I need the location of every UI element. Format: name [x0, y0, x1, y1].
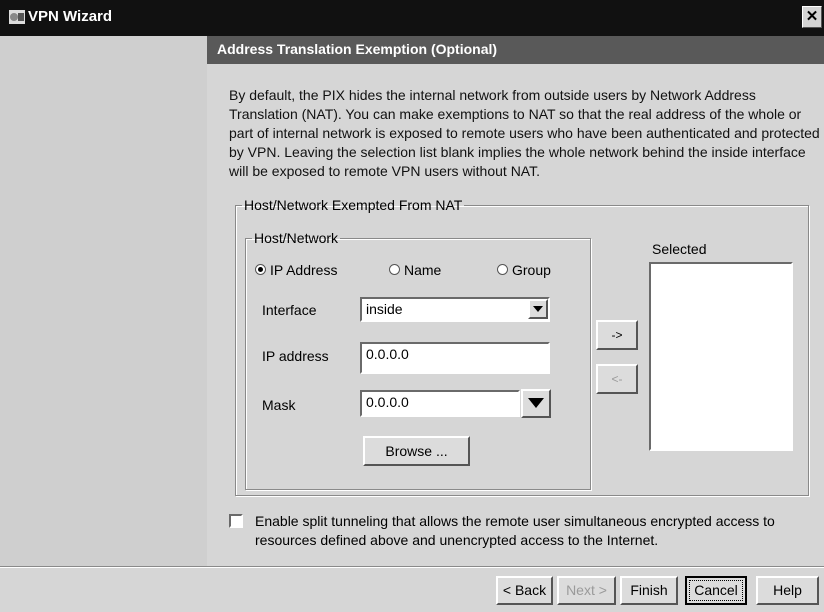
mask-label: Mask: [262, 397, 296, 413]
help-button[interactable]: Help: [756, 576, 819, 605]
back-button[interactable]: < Back: [496, 576, 553, 605]
radio-group-label: Group: [512, 262, 551, 278]
cancel-button[interactable]: Cancel: [685, 576, 747, 605]
selected-label: Selected: [652, 241, 707, 257]
footer-separator: [0, 566, 824, 568]
chevron-down-icon: [533, 306, 543, 312]
ip-address-input[interactable]: 0.0.0.0: [360, 342, 550, 374]
add-button[interactable]: ->: [596, 320, 638, 350]
split-tunnel-checkbox[interactable]: [229, 514, 243, 528]
remove-button[interactable]: <-: [596, 364, 638, 394]
radio-group-indicator[interactable]: [497, 264, 508, 275]
split-tunnel-label: Enable split tunneling that allows the r…: [255, 513, 775, 548]
window-title: VPN Wizard: [28, 8, 113, 25]
host-network-legend: Host/Network: [254, 230, 339, 246]
exempt-group-legend: Host/Network Exempted From NAT: [244, 197, 463, 213]
vpn-wizard-icon: [9, 10, 25, 24]
next-button[interactable]: Next >: [557, 576, 616, 605]
chevron-down-icon: [528, 398, 544, 408]
interface-label: Interface: [262, 302, 317, 318]
interface-select[interactable]: inside: [360, 297, 550, 322]
wizard-image-panel: [0, 36, 207, 566]
radio-name-label: Name: [404, 262, 442, 278]
selected-list[interactable]: [649, 262, 793, 451]
radio-name[interactable]: Name: [389, 262, 459, 278]
ip-address-label: IP address: [262, 348, 329, 364]
radio-ip-address-label: IP Address: [270, 262, 338, 278]
page-header: Address Translation Exemption (Optional): [207, 36, 824, 64]
radio-name-indicator[interactable]: [389, 264, 400, 275]
mask-dropdown-button[interactable]: [521, 389, 551, 418]
interface-dropdown-button[interactable]: [528, 299, 548, 319]
close-button[interactable]: ✕: [802, 6, 822, 28]
description-text: By default, the PIX hides the internal n…: [229, 87, 820, 179]
radio-ip-address-indicator[interactable]: [255, 264, 266, 275]
radio-ip-address[interactable]: IP Address: [255, 262, 355, 278]
finish-button[interactable]: Finish: [620, 576, 678, 605]
browse-button[interactable]: Browse ...: [363, 436, 470, 466]
title-bar: [0, 0, 824, 36]
mask-input[interactable]: 0.0.0.0: [360, 390, 520, 417]
radio-group[interactable]: Group: [497, 262, 567, 278]
